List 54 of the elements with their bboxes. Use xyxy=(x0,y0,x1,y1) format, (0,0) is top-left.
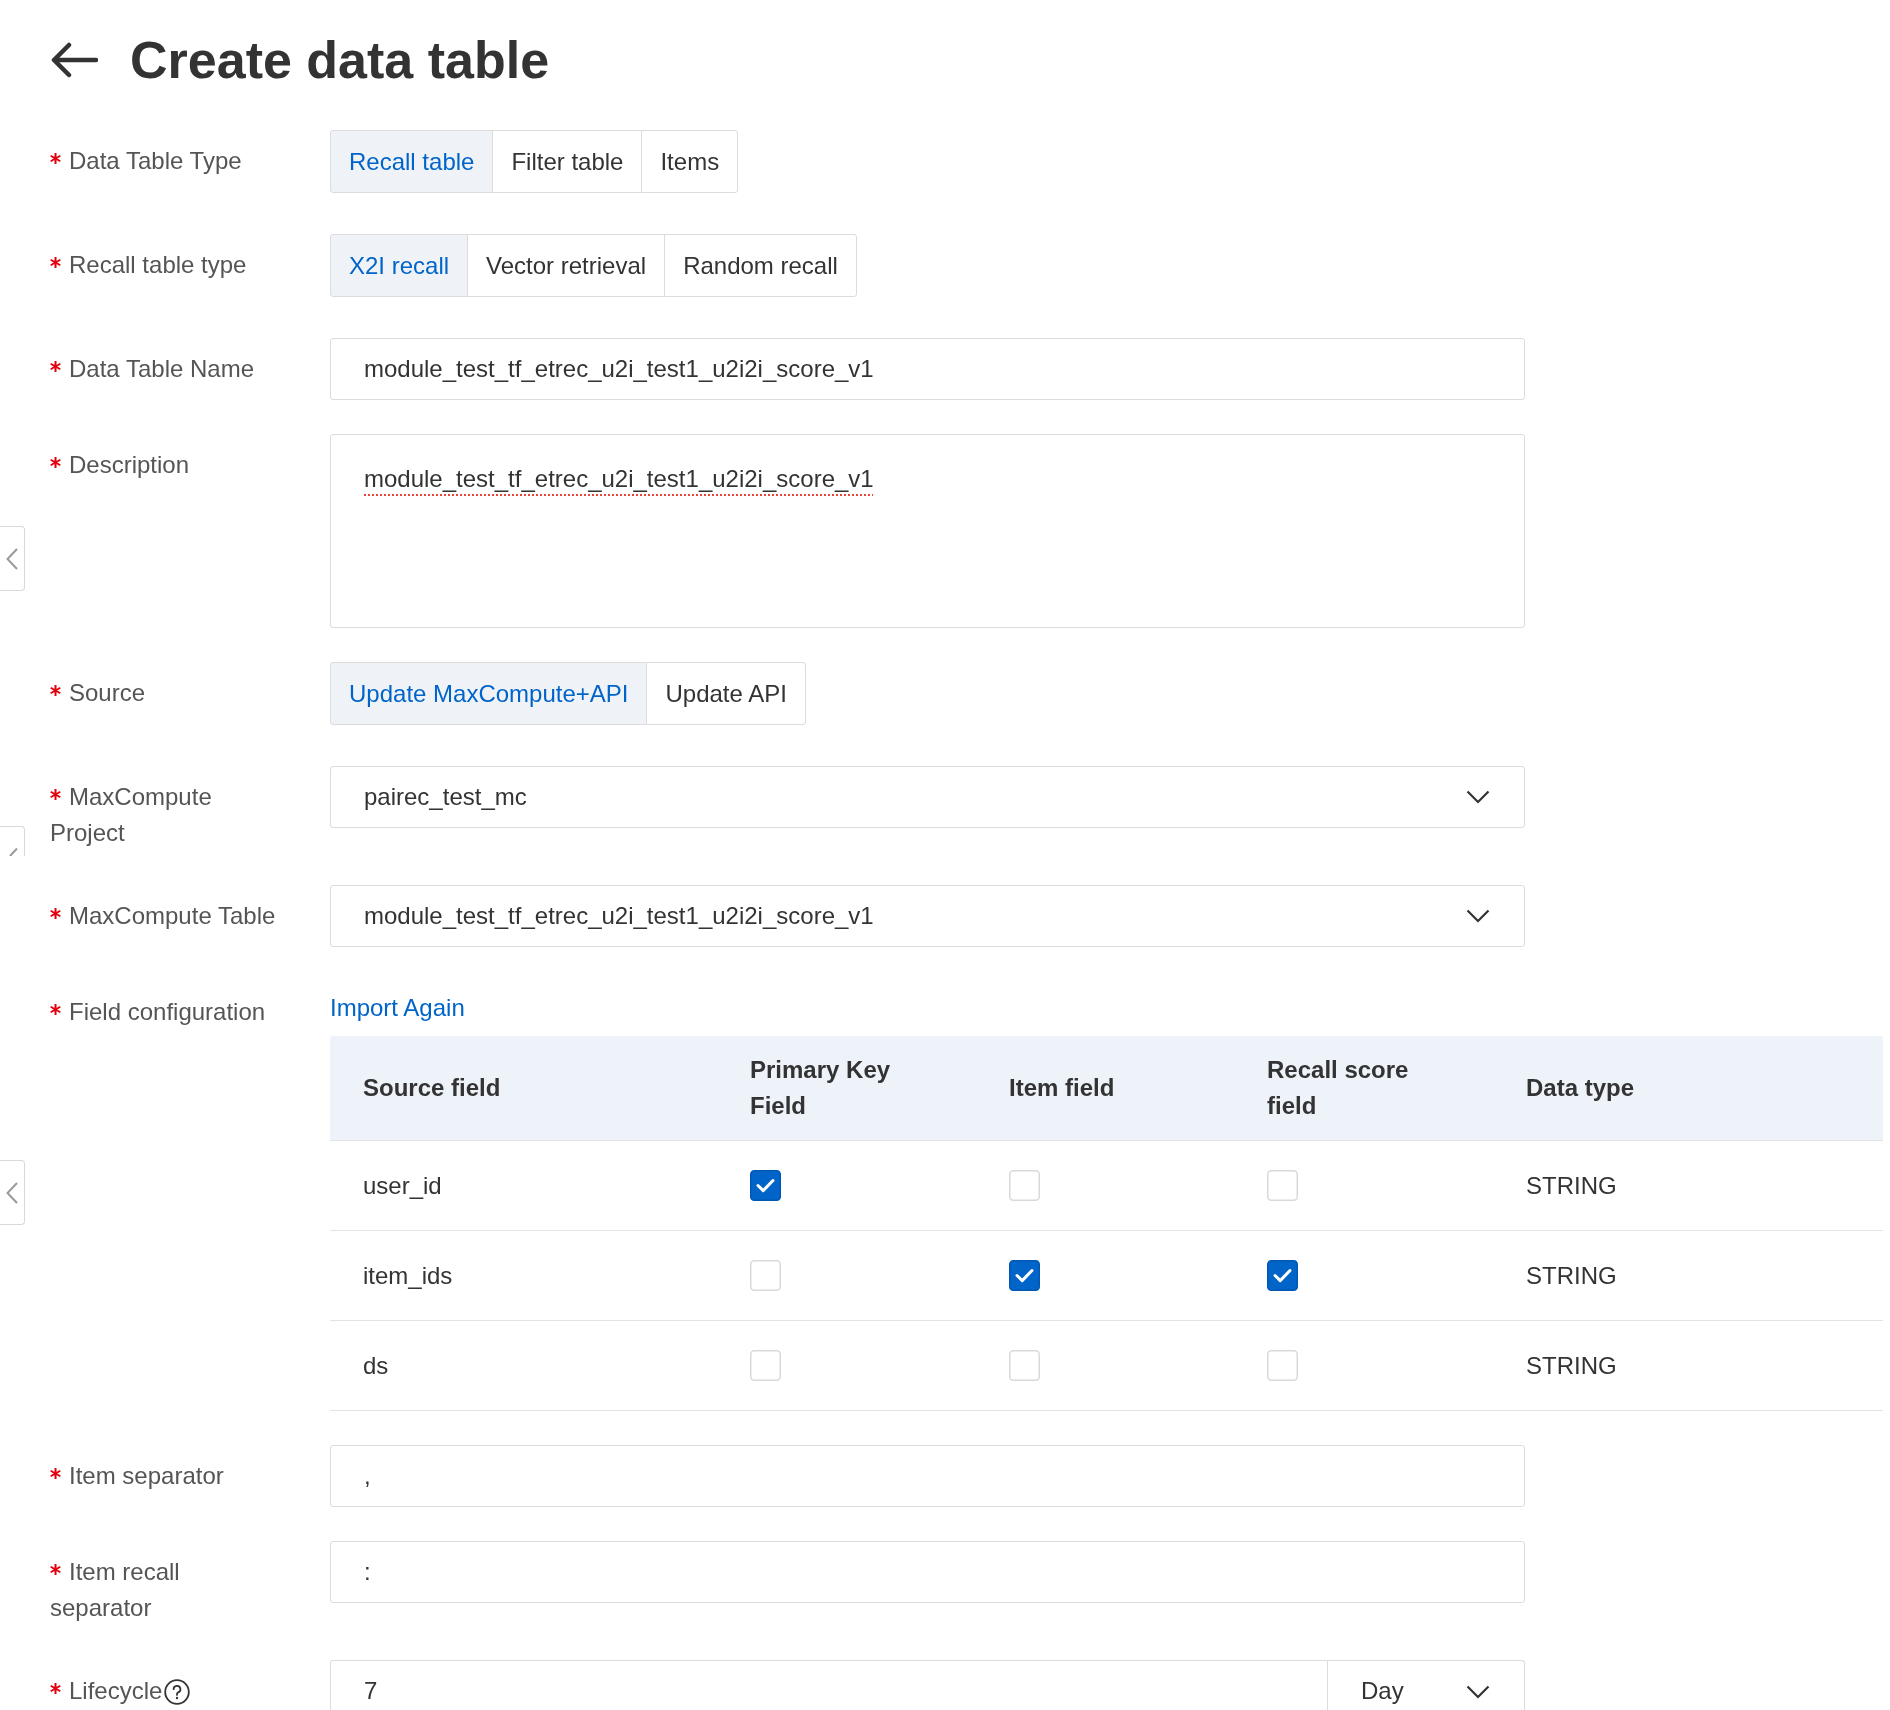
collapse-handle[interactable] xyxy=(0,1160,25,1225)
form-label: Field configuration xyxy=(69,998,266,1025)
chevron-left-icon xyxy=(6,848,18,856)
select-field[interactable]: pairec_test_mc xyxy=(330,766,1525,828)
column-header: Item field xyxy=(1009,1074,1115,1101)
form-label: Data Table Name xyxy=(69,355,254,382)
column-header: Recall score field xyxy=(1267,1056,1409,1119)
collapse-handle[interactable] xyxy=(0,826,25,856)
select-field[interactable]: module_test_tf_etrec_u2i_test1_u2i2i_score_v1 xyxy=(330,885,1525,947)
form-label: MaxCompute Table xyxy=(69,902,276,929)
form-label: Item recall separator xyxy=(50,1558,180,1621)
checkbox[interactable] xyxy=(750,1170,781,1201)
text-input[interactable]: , xyxy=(330,1445,1525,1507)
table-cell: STRING xyxy=(1526,1261,1617,1290)
text-input[interactable]: module_test_tf_etrec_u2i_test1_u2i2i_score_v1 xyxy=(330,338,1525,400)
collapse-handle[interactable] xyxy=(0,526,25,591)
form-label: Item separator xyxy=(69,1462,224,1489)
number-input[interactable]: 7 xyxy=(330,1660,1328,1710)
textarea-field[interactable]: module_test_tf_etrec_u2i_test1_u2i2i_score_v1 xyxy=(330,434,1525,628)
segment-button[interactable]: Filter table xyxy=(492,130,643,193)
chevron-down-icon xyxy=(1466,790,1490,804)
unit-select[interactable]: Day xyxy=(1327,1660,1525,1710)
column-header: Primary Key Field xyxy=(750,1056,891,1119)
page-title: Create data table xyxy=(130,34,550,86)
table-cell: item_ids xyxy=(363,1261,453,1290)
back-arrow-icon[interactable] xyxy=(50,42,98,78)
chevron-down-icon xyxy=(1466,1685,1490,1699)
chevron-left-icon xyxy=(6,1181,18,1204)
table-cell: ds xyxy=(363,1351,389,1380)
import-again-link[interactable]: Import Again xyxy=(330,981,465,1026)
table-cell: user_id xyxy=(363,1171,442,1200)
form-label: Recall table type xyxy=(69,251,247,278)
segment-button[interactable]: Vector retrieval xyxy=(467,234,666,297)
checkbox[interactable] xyxy=(1009,1260,1040,1291)
segment-button[interactable]: Recall table xyxy=(330,130,494,193)
form-label: Description xyxy=(69,451,190,478)
segment-button[interactable]: Update API xyxy=(646,662,806,725)
table-cell: STRING xyxy=(1526,1351,1617,1380)
column-header: Data type xyxy=(1526,1074,1635,1101)
segment-button[interactable]: Update MaxCompute+API xyxy=(330,662,648,725)
form-label: Lifecycle xyxy=(69,1677,163,1704)
segment-button[interactable]: Items xyxy=(641,130,739,193)
form-label: Source xyxy=(69,679,146,706)
segment-button[interactable]: X2I recall xyxy=(330,234,469,297)
checkbox[interactable] xyxy=(1267,1260,1298,1291)
segment-button[interactable]: Random recall xyxy=(664,234,857,297)
form-label: Data Table Type xyxy=(69,147,242,174)
form-label: MaxCompute Project xyxy=(50,783,212,846)
table-cell: STRING xyxy=(1526,1171,1617,1200)
chevron-left-icon xyxy=(6,547,18,570)
help-icon[interactable] xyxy=(164,1679,191,1705)
text-input[interactable]: : xyxy=(330,1541,1525,1603)
chevron-down-icon xyxy=(1466,909,1490,923)
column-header: Source field xyxy=(363,1074,501,1101)
